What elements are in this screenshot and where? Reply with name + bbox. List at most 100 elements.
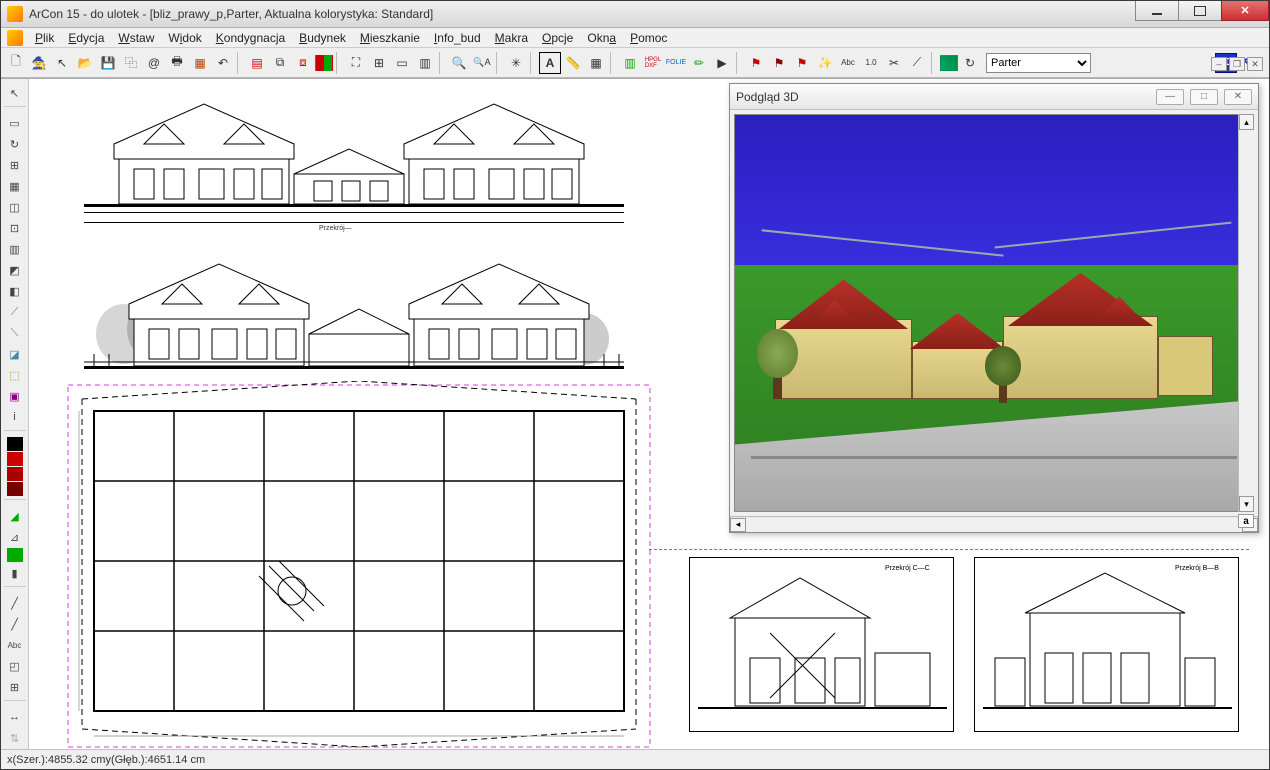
tool-spark[interactable]: ✨ — [814, 52, 836, 74]
tool-wall-catalog[interactable]: ▥ — [619, 52, 641, 74]
ltool-text[interactable]: Abc — [4, 635, 26, 655]
tool-cursor[interactable]: ↖ — [51, 52, 73, 74]
preview-corner-a[interactable]: a — [1238, 514, 1254, 528]
ltool-slope[interactable]: ⊿ — [4, 527, 26, 547]
tool-pattern[interactable] — [940, 55, 958, 71]
tool-section[interactable]: ▥ — [414, 52, 436, 74]
ltool-hatch[interactable] — [7, 548, 23, 562]
menu-okna[interactable]: Okna — [581, 29, 622, 47]
tool-cut[interactable]: ✂ — [883, 52, 905, 74]
ltool-chimney[interactable]: ◪ — [4, 344, 26, 364]
ltool-wall[interactable]: ▭ — [4, 113, 26, 133]
tool-catalog[interactable]: ▦ — [189, 52, 211, 74]
mdi-close[interactable]: ✕ — [1247, 57, 1263, 71]
menu-makra[interactable]: Makra — [489, 29, 534, 47]
tool-save[interactable]: 💾 — [97, 52, 119, 74]
tool-slash[interactable]: ⟋ — [906, 52, 928, 74]
ltool-line2[interactable]: ╱ — [4, 614, 26, 634]
ltool-roof1[interactable]: ⟋ — [4, 302, 26, 322]
tool-email[interactable]: @ — [143, 52, 165, 74]
menu-pomoc[interactable]: Pomoc — [624, 29, 673, 47]
tool-print[interactable]: 🖶 — [166, 52, 188, 74]
tool-window[interactable]: ▭ — [391, 52, 413, 74]
ltool-fill-red[interactable] — [7, 452, 23, 466]
tool-edit-green[interactable]: ✏ — [688, 52, 710, 74]
tool-ruler[interactable]: 📏 — [562, 52, 584, 74]
tool-text-a[interactable]: A — [539, 52, 561, 74]
menu-budynek[interactable]: Budynek — [293, 29, 352, 47]
tool-compass[interactable]: ✳ — [505, 52, 527, 74]
ltool-beam[interactable]: ⬚ — [4, 365, 26, 385]
ltool-object[interactable]: ▣ — [4, 386, 26, 406]
tool-flag2[interactable]: ⚑ — [768, 52, 790, 74]
tool-copy[interactable]: ⿻ — [120, 52, 142, 74]
tool-zoom[interactable]: 🔍 — [448, 52, 470, 74]
ltool-select[interactable]: ↖ — [4, 83, 26, 103]
ltool-opening[interactable]: ⊡ — [4, 218, 26, 238]
ltool-fill-black[interactable] — [7, 437, 23, 451]
tool-arrow-right[interactable]: ▶ — [711, 52, 733, 74]
tool-foil[interactable]: FOLIE — [665, 52, 687, 74]
ltool-stairs[interactable]: ▥ — [4, 239, 26, 259]
preview-3d-titlebar[interactable]: Podgląd 3D — □ ✕ — [730, 84, 1258, 110]
ltool-dim[interactable]: ◰ — [4, 656, 26, 676]
tool-hpgl[interactable]: HPGLDXF — [642, 52, 664, 74]
menu-mieszkanie[interactable]: Mieszkanie — [354, 29, 426, 47]
tool-undo[interactable]: ↶ — [212, 52, 234, 74]
tool-refresh[interactable]: ↻ — [959, 52, 981, 74]
ltool-move-v[interactable]: ⇅ — [4, 728, 26, 748]
tool-flag1[interactable]: ⚑ — [745, 52, 767, 74]
tool-open[interactable]: 📂 — [74, 52, 96, 74]
ltool-window[interactable]: ◫ — [4, 197, 26, 217]
tool-dim[interactable]: 1.0 — [860, 52, 882, 74]
preview-minimize[interactable]: — — [1156, 89, 1184, 105]
preview-3d-window[interactable]: Podgląd 3D — □ ✕ — [729, 83, 1259, 533]
tool-grid[interactable]: ▦ — [585, 52, 607, 74]
tool-rooms[interactable]: ▤ — [246, 52, 268, 74]
ltool-roof2[interactable]: ⟍ — [4, 323, 26, 343]
preview-maximize[interactable]: □ — [1190, 89, 1218, 105]
minimize-button[interactable] — [1135, 1, 1179, 21]
ltool-grid1[interactable]: ⊞ — [4, 155, 26, 175]
menu-info-bud[interactable]: Info_bud — [428, 29, 487, 47]
ltool-layout[interactable]: ⊞ — [4, 677, 26, 697]
floor-selector[interactable]: Parter — [986, 53, 1091, 73]
ltool-line1[interactable]: ╱ — [4, 593, 26, 613]
tool-merge[interactable]: ⧈ — [292, 52, 314, 74]
menu-kondygnacja[interactable]: Kondygnacja — [210, 29, 291, 47]
tool-zoom-extents[interactable]: ⛶ — [345, 52, 367, 74]
ltool-arc[interactable]: ↻ — [4, 134, 26, 154]
scroll-left[interactable]: ◂ — [730, 518, 746, 532]
preview-close[interactable]: ✕ — [1224, 89, 1252, 105]
tool-new[interactable]: 🗋 — [5, 52, 27, 74]
ltool-slab[interactable]: ◩ — [4, 260, 26, 280]
ltool-door[interactable]: ▦ — [4, 176, 26, 196]
tool-layers[interactable]: ⧉ — [269, 52, 291, 74]
preview-3d-viewport[interactable] — [734, 114, 1254, 512]
tool-layout[interactable]: ⊞ — [368, 52, 390, 74]
ltool-column[interactable]: ◧ — [4, 281, 26, 301]
menu-plik[interactable]: Plik — [29, 29, 60, 47]
mdi-minimize[interactable]: – — [1211, 57, 1227, 71]
preview-scrollbar-h[interactable]: ◂ ▸ a — [730, 516, 1258, 532]
maximize-button[interactable] — [1178, 1, 1222, 21]
title-bar[interactable]: ArCon 15 - do ulotek - [bliz_prawy_p,Par… — [1, 1, 1269, 28]
menu-opcje[interactable]: Opcje — [536, 29, 579, 47]
tool-zoom-a[interactable]: 🔍A — [471, 52, 493, 74]
ltool-terrain[interactable]: ◢ — [4, 506, 26, 526]
drawing-canvas[interactable]: Przekrój— — [29, 79, 1269, 749]
scroll-up[interactable]: ▴ — [1239, 114, 1254, 130]
scroll-down[interactable]: ▾ — [1239, 496, 1254, 512]
ltool-fill-red2[interactable] — [7, 467, 23, 481]
tool-wizard[interactable]: 🧙 — [28, 52, 50, 74]
mdi-restore[interactable]: ❐ — [1229, 57, 1245, 71]
tool-flag3[interactable]: ⚑ — [791, 52, 813, 74]
app-menu-icon[interactable] — [7, 30, 23, 46]
menu-widok[interactable]: Widok — [162, 29, 207, 47]
tool-redgreen[interactable] — [315, 55, 333, 71]
ltool-fill-darkred[interactable] — [7, 482, 23, 496]
tool-abc[interactable]: Abc — [837, 52, 859, 74]
ltool-move-h[interactable]: ↔ — [4, 707, 26, 727]
menu-wstaw[interactable]: Wstaw — [112, 29, 160, 47]
menu-edycja[interactable]: Edycja — [62, 29, 110, 47]
